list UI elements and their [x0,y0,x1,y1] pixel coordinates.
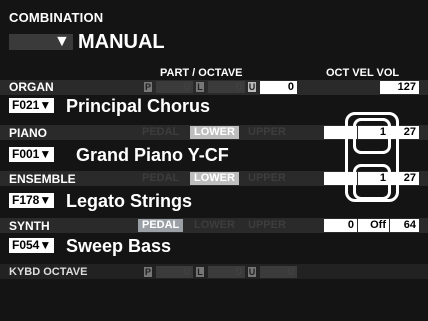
part-octave-header: PART / OCTAVE [160,67,243,79]
organ-patch-selector[interactable]: F021▼ [9,98,55,113]
piano-pedal-tag[interactable]: PEDAL [138,126,183,139]
organ-label: ORGAN [9,80,54,94]
organ-patch-name: Principal Chorus [66,96,211,116]
chevron-down-icon: ▼ [39,238,52,252]
chevron-down-icon: ▼ [39,147,52,161]
synth-volume[interactable]: 64 [390,219,419,232]
ensemble-patch-name: Legato Strings [66,191,193,211]
synth-patch-name: Sweep Bass [66,236,172,256]
synth-patch-code: F054 [12,238,40,252]
piano-patch-selector[interactable]: F001▼ [9,147,55,162]
organ-l-tag: L [196,82,204,92]
organ-volume[interactable]: 127 [380,81,419,94]
organ-p-value[interactable]: 0 [156,81,193,93]
chevron-down-icon: ▼ [39,193,52,207]
synth-velocity[interactable]: Off [358,219,389,232]
oct-vel-vol-header: OCT VEL VOL [326,67,400,79]
kybd-u-value[interactable]: 0 [260,266,297,278]
organ-patch-code: F021 [12,98,40,112]
piano-lower-tag[interactable]: LOWER [190,126,239,139]
combination-screen: COMBINATION ▼ MANUAL PART / OCTAVE OCT V… [0,0,428,321]
piano-velocity-callout [353,118,391,154]
ensemble-patch-code: F178 [12,193,40,207]
synth-octave[interactable]: 0 [324,219,357,232]
chevron-down-icon: ▼ [54,33,70,50]
ensemble-pedal-tag[interactable]: PEDAL [138,172,183,185]
kybd-octave-label: KYBD OCTAVE [9,266,88,278]
ensemble-upper-tag[interactable]: UPPER [244,172,290,185]
kybd-l-tag: L [196,267,204,277]
synth-pedal-tag[interactable]: PEDAL [138,219,184,232]
organ-p-tag: P [144,82,152,92]
chevron-down-icon: ▼ [39,98,52,112]
organ-l-value[interactable]: 0 [208,81,245,93]
screen-title: COMBINATION [9,10,104,25]
kybd-p-value[interactable]: 0 [156,266,193,278]
piano-patch-code: F001 [12,147,40,161]
piano-label: PIANO [9,126,48,140]
piano-upper-tag[interactable]: UPPER [244,126,290,139]
organ-u-tag: U [248,82,256,92]
ensemble-label: ENSEMBLE [9,172,76,186]
mode-label: MANUAL [78,31,165,53]
kybd-u-tag: U [248,267,256,277]
ensemble-velocity-callout [353,164,391,200]
kybd-l-value[interactable]: 0 [208,266,245,278]
synth-patch-selector[interactable]: F054▼ [9,238,55,253]
ensemble-patch-selector[interactable]: F178▼ [9,193,55,208]
kybd-p-tag: P [144,267,152,277]
piano-patch-name: Grand Piano Y-CF [76,145,229,165]
synth-upper-tag[interactable]: UPPER [244,219,290,232]
synth-label: SYNTH [9,219,50,233]
organ-u-value[interactable]: 0 [260,81,297,94]
ensemble-lower-tag[interactable]: LOWER [190,172,239,185]
synth-lower-tag[interactable]: LOWER [190,219,239,232]
